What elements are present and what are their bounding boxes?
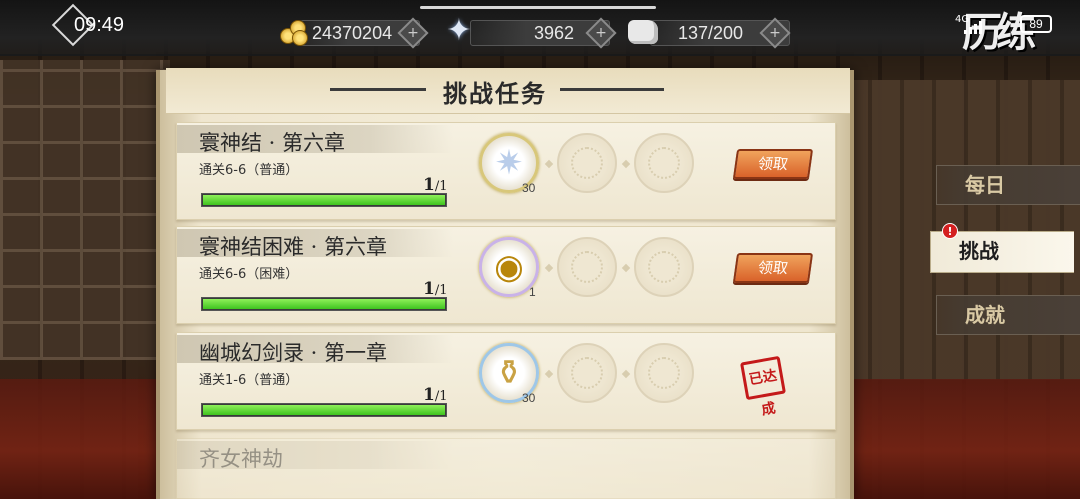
tab-label: 挑战	[959, 239, 999, 263]
progress-bar	[201, 193, 447, 207]
progress-total: /1	[434, 283, 448, 298]
stamina-value: 137/200	[678, 23, 744, 43]
task-name-band: 寰神结困难 · 第六章	[177, 229, 453, 259]
clock-time: 09:49	[74, 14, 125, 36]
coins-value: 24370204	[312, 23, 393, 43]
top-handle-line	[420, 6, 656, 9]
progress-current: 1	[423, 175, 435, 195]
progress-fill	[203, 405, 445, 415]
reward-separator	[544, 263, 554, 273]
tab-label: 每日	[965, 173, 1005, 197]
signal-icon	[962, 20, 984, 34]
task-name: 寰神结困难 · 第六章	[199, 235, 388, 259]
progress-total: /1	[434, 389, 448, 404]
task-name-band: 寰神结 · 第六章	[177, 125, 453, 155]
stars-value: 3962	[534, 23, 575, 43]
panel-title: 挑战任务	[443, 79, 547, 108]
coins-icon	[280, 18, 308, 46]
reward-slot-empty	[634, 343, 694, 403]
task-description: 通关6-6（普通）	[199, 163, 299, 178]
title-divider-right	[560, 88, 664, 91]
reward-slot-empty	[634, 133, 694, 193]
top-bar: 09:49 24370204 + ✦ 3962 + 137/200 + 历练 4…	[0, 0, 1080, 56]
task-name: 寰神结 · 第六章	[199, 131, 346, 155]
progress-bar	[201, 403, 447, 417]
progress-label: 1/1	[423, 385, 448, 405]
gold-coin-icon: ◉	[494, 247, 524, 287]
background-window	[0, 60, 170, 360]
task-name-band: 齐女神劫	[177, 441, 453, 471]
task-row: 寰神结困难 · 第六章 通关6-6（困难） 1/1 ◉ 1 领取	[176, 226, 836, 324]
task-row: 寰神结 · 第六章 通关6-6（普通） 1/1 ✷ 30 领取	[176, 122, 836, 220]
reward-separator	[544, 159, 554, 169]
progress-current: 1	[423, 385, 435, 405]
progress-bar	[201, 297, 447, 311]
progress-label: 1/1	[423, 175, 448, 195]
title-divider-left	[330, 88, 426, 91]
claim-button[interactable]: 领取	[732, 253, 814, 283]
tab-daily[interactable]: 每日	[936, 165, 1080, 205]
progress-total: /1	[434, 179, 448, 194]
reward-slot-empty	[634, 237, 694, 297]
progress-current: 1	[423, 279, 435, 299]
reward-count: 30	[522, 181, 536, 195]
reward-separator	[621, 159, 631, 169]
progress-fill	[203, 299, 445, 309]
plus-icon: +	[595, 25, 607, 41]
reward-slot-empty	[557, 343, 617, 403]
background-screens	[840, 80, 1080, 380]
reward-slot-empty	[557, 237, 617, 297]
reward-separator	[621, 263, 631, 273]
notification-badge: !	[942, 223, 958, 239]
plus-icon: +	[769, 25, 781, 41]
task-name: 齐女神劫	[199, 447, 283, 471]
claim-button[interactable]: 领取	[732, 149, 814, 179]
task-row: 齐女神劫	[176, 438, 836, 499]
task-name-band: 幽城幻剑录 · 第一章	[177, 335, 453, 365]
tab-label: 成就	[965, 303, 1005, 327]
progress-fill	[203, 195, 445, 205]
stamina-stone-icon	[628, 20, 658, 44]
reward-count: 1	[529, 285, 536, 299]
task-name: 幽城幻剑录 · 第一章	[199, 341, 388, 365]
star-crystal-icon: ✦	[446, 13, 472, 48]
progress-label: 1/1	[423, 279, 448, 299]
task-description: 通关6-6（困难）	[199, 267, 299, 282]
reward-separator	[544, 369, 554, 379]
battery-icon: 89	[1020, 15, 1052, 33]
task-description: 通关1-6（普通）	[199, 373, 299, 388]
reward-separator	[621, 369, 631, 379]
task-row: 幽城幻剑录 · 第一章 通关1-6（普通） 1/1 ⚱ 30 已达成	[176, 332, 836, 430]
completed-stamp: 已达成	[740, 355, 786, 419]
tab-achievement[interactable]: 成就	[936, 295, 1080, 335]
plus-icon: +	[407, 25, 419, 41]
reward-slot-empty	[557, 133, 617, 193]
reward-count: 30	[522, 391, 536, 405]
